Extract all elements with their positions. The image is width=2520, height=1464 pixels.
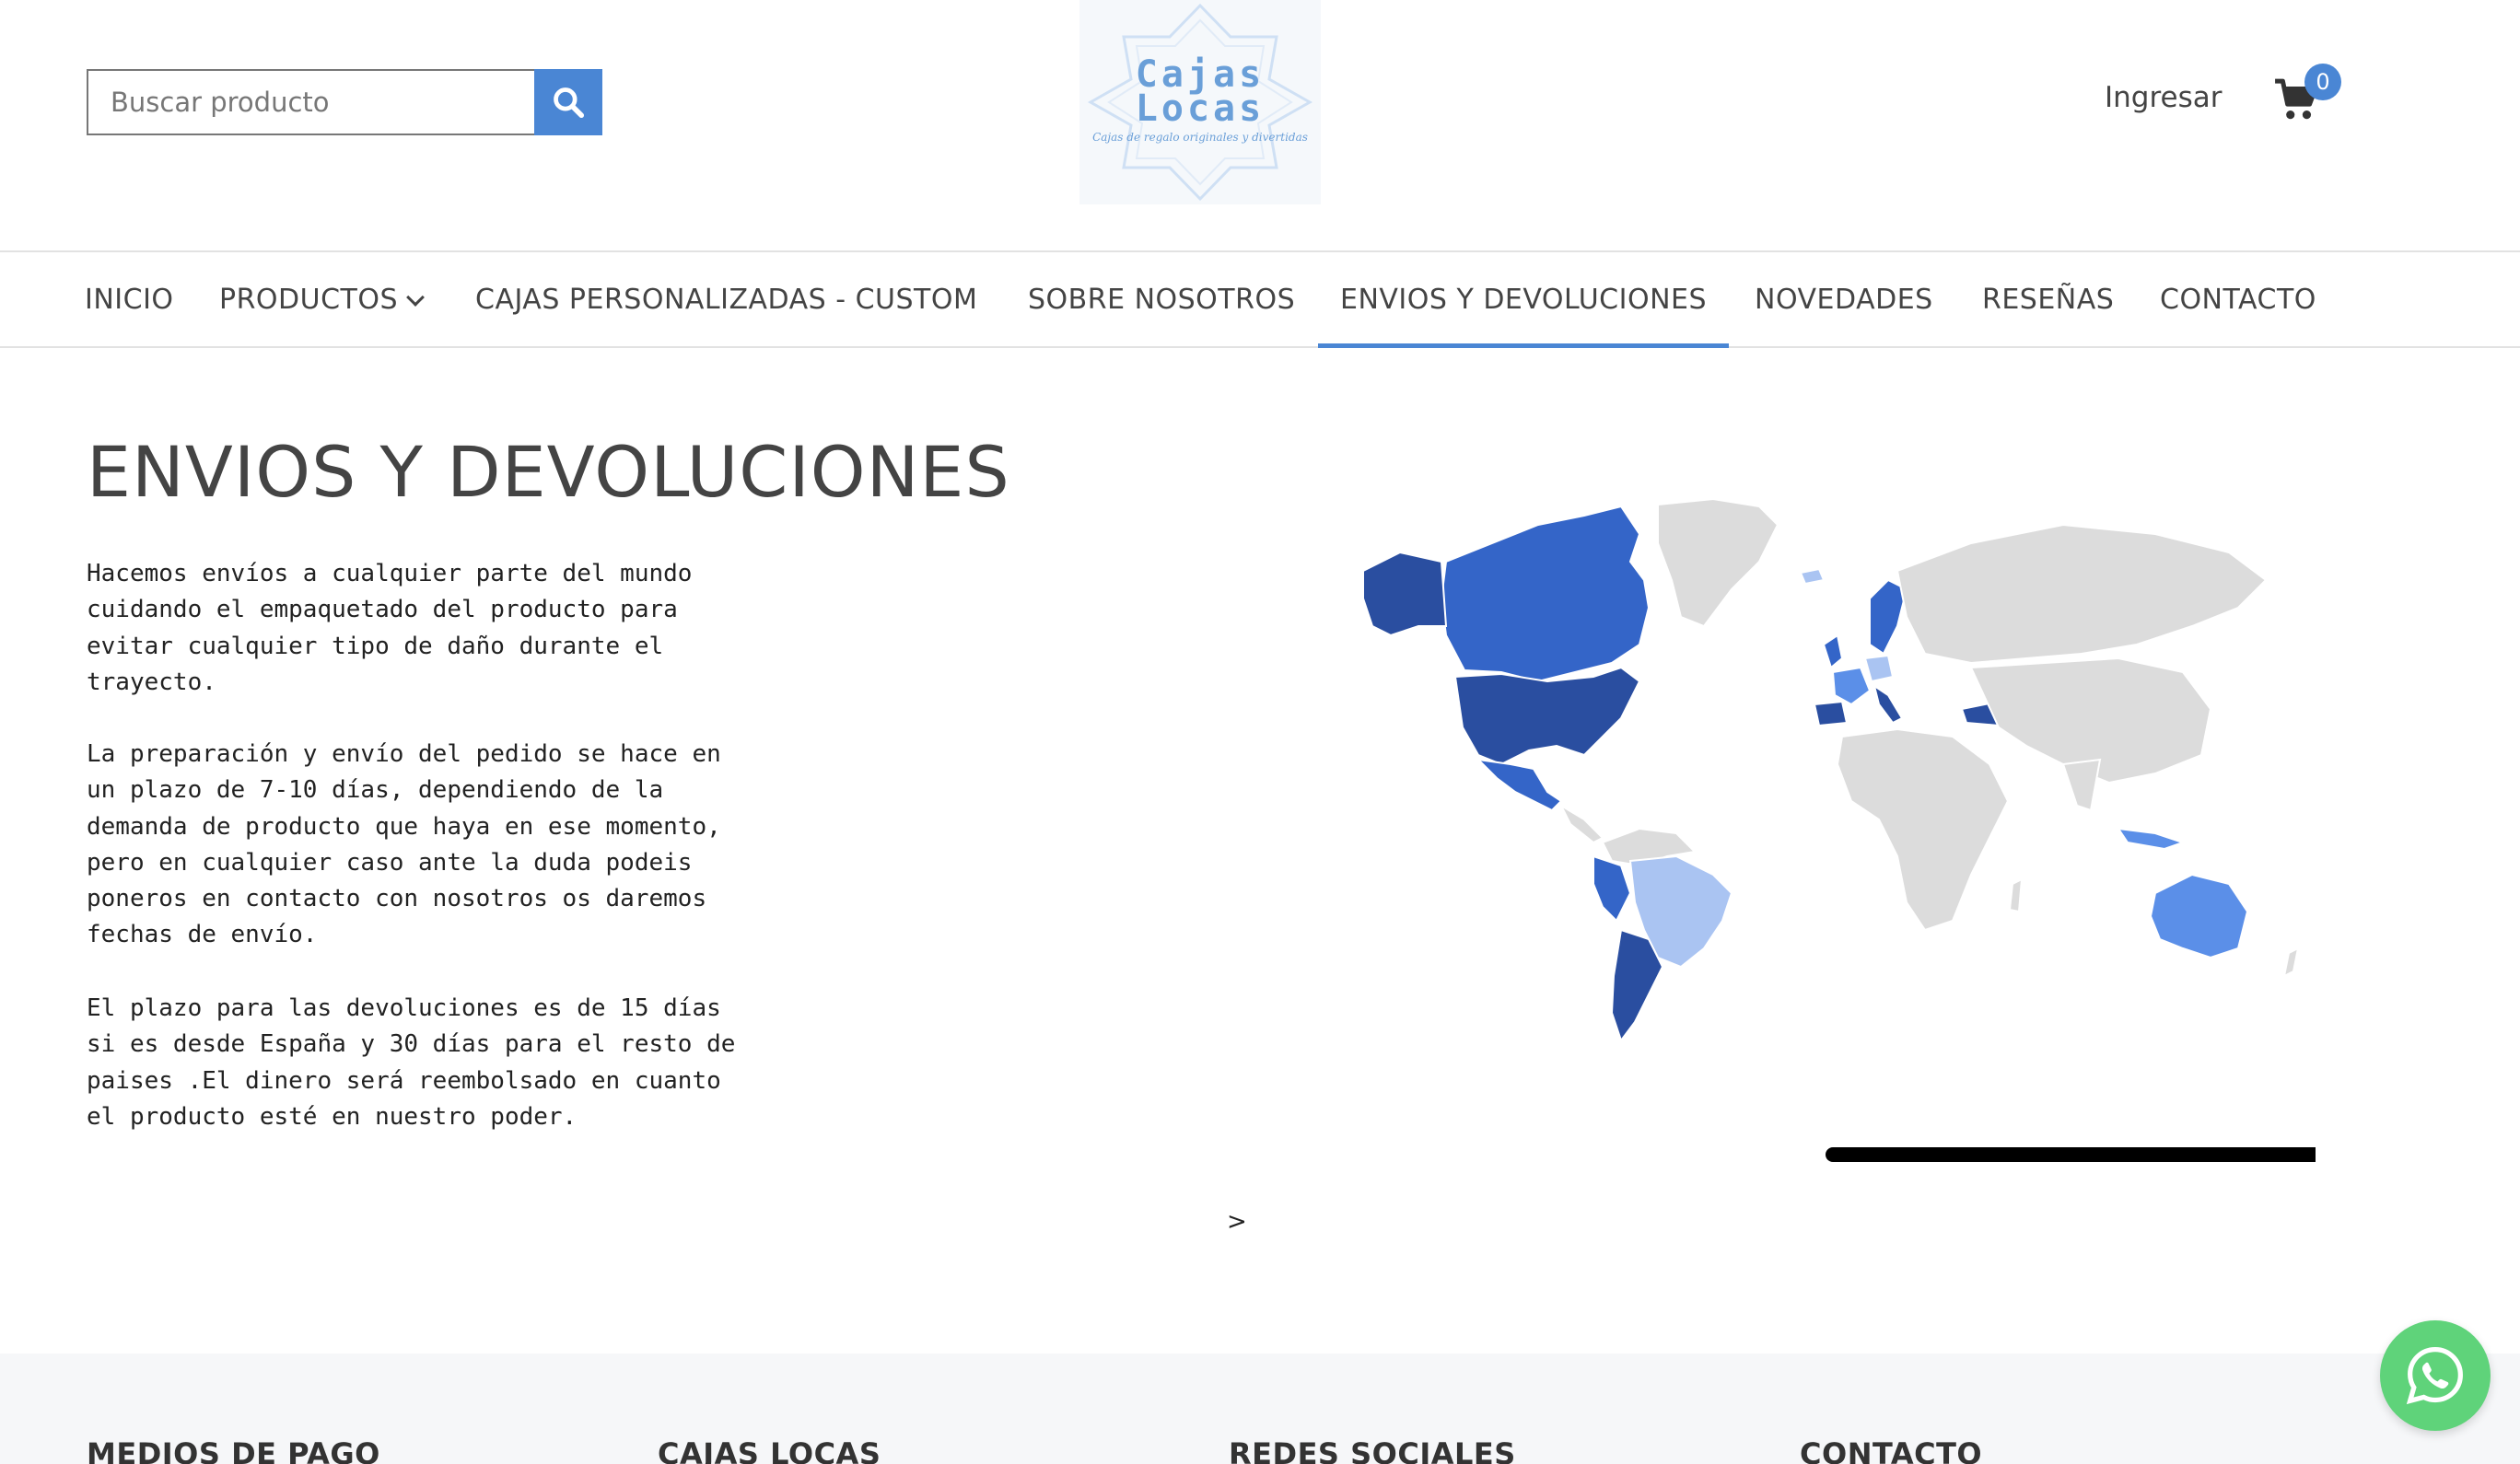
- nav-item-cajas-personalizadas[interactable]: CAJAS PERSONALIZADAS - CUSTOM: [475, 252, 977, 348]
- nav-item-contacto[interactable]: CONTACTO: [2160, 252, 2316, 348]
- nav-item-envios-devoluciones[interactable]: ENVIOS Y DEVOLUCIONES: [1318, 252, 1730, 348]
- map-france: [1831, 666, 1872, 706]
- nav-label: ENVIOS Y DEVOLUCIONES: [1340, 284, 1708, 316]
- footer-heading-social: REDES SOCIALES: [1229, 1436, 1516, 1464]
- preparation-paragraph: La preparación y envío del pedido se hac…: [87, 740, 721, 949]
- nav-label: CONTACTO: [2160, 284, 2316, 316]
- chevron-down-icon: [406, 288, 425, 307]
- nav-label: CAJAS PERSONALIZADAS - CUSTOM: [475, 284, 978, 316]
- map-central-america: [1558, 803, 1604, 844]
- map-mexico: [1476, 758, 1563, 812]
- map-greenland: [1657, 497, 1779, 628]
- search-bar: [87, 69, 602, 135]
- search-icon: [554, 87, 585, 119]
- nav-label: PRODUCTOS: [219, 284, 399, 316]
- map-usa: [1453, 666, 1641, 766]
- map-new-zealand: [2282, 947, 2300, 978]
- login-link[interactable]: Ingresar: [2105, 81, 2222, 114]
- site-logo[interactable]: Cajas Locas Cajas de regalo originales y…: [1079, 0, 1321, 204]
- nav-label: INICIO: [85, 284, 174, 316]
- whatsapp-button[interactable]: [2380, 1320, 2491, 1431]
- map-indonesia: [2116, 827, 2187, 851]
- returns-paragraph: El plazo para las devoluciones es de 15 …: [87, 994, 736, 1131]
- search-button[interactable]: [534, 69, 602, 135]
- footer-heading-brand: CAJAS LOCAS: [658, 1436, 881, 1464]
- search-input[interactable]: [87, 69, 534, 135]
- nav-label: NOVEDADES: [1755, 284, 1933, 316]
- map-alaska: [1362, 551, 1448, 637]
- nav-item-sobre-nosotros[interactable]: SOBRE NOSOTROS: [1028, 252, 1295, 348]
- nav-item-productos[interactable]: PRODUCTOS: [219, 252, 425, 348]
- whatsapp-icon: [2406, 1346, 2463, 1405]
- nav-label: RESEÑAS: [1982, 284, 2115, 316]
- nav-label: SOBRE NOSOTROS: [1028, 284, 1296, 316]
- map-spain: [1813, 700, 1849, 727]
- world-shipping-map: [1326, 488, 2321, 1050]
- nav-item-inicio[interactable]: INICIO: [85, 252, 174, 348]
- map-africa: [1836, 727, 2010, 932]
- footer-heading-contact: CONTACTO: [1800, 1436, 1983, 1464]
- nav-item-novedades[interactable]: NOVEDADES: [1755, 252, 1933, 348]
- map-india: [2061, 758, 2102, 812]
- logo-tagline: Cajas de regalo originales y divertidas: [1092, 131, 1308, 144]
- footer-heading-payment: MEDIOS DE PAGO: [87, 1436, 380, 1464]
- map-uk: [1822, 633, 1844, 669]
- nav-item-resenas[interactable]: RESEÑAS: [1982, 252, 2114, 348]
- map-italy: [1872, 683, 1904, 725]
- map-madagascar: [2008, 877, 2024, 913]
- map-peru: [1592, 854, 1632, 923]
- map-russia: [1896, 523, 2268, 665]
- next-arrow[interactable]: >: [1227, 1208, 1247, 1236]
- main-nav: INICIO PRODUCTOS CAJAS PERSONALIZADAS - …: [0, 250, 2520, 348]
- map-scrollbar[interactable]: [1826, 1147, 2316, 1162]
- map-australia: [2149, 873, 2249, 959]
- map-canada: [1440, 505, 1651, 683]
- site-header: Cajas Locas Cajas de regalo originales y…: [0, 0, 2520, 250]
- cart-count-badge: 0: [2304, 64, 2341, 100]
- map-germany: [1863, 654, 1895, 683]
- shipping-paragraph: Hacemos envíos a cualquier parte del mun…: [87, 560, 693, 696]
- map-iceland: [1799, 567, 1826, 586]
- page-title: ENVIOS Y DEVOLUCIONES: [87, 431, 1010, 513]
- logo-title-line2: Locas: [1135, 87, 1266, 130]
